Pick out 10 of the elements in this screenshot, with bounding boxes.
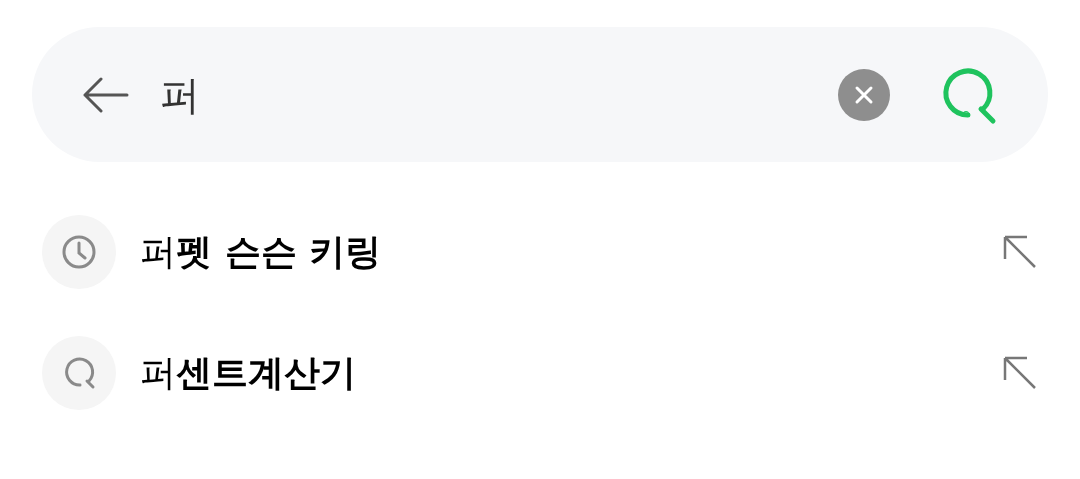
search-query: 퍼 xyxy=(160,71,200,118)
clear-button[interactable] xyxy=(838,68,890,121)
clock-icon xyxy=(61,234,97,270)
back-arrow-icon xyxy=(81,76,129,113)
suggestion-text[interactable]: 퍼펫 슨슨 키링 xyxy=(140,225,1000,279)
close-icon xyxy=(854,84,874,105)
search-field[interactable]: 퍼 xyxy=(32,27,1048,162)
suggestion-text[interactable]: 퍼센트계산기 xyxy=(140,346,1000,400)
up-left-arrow-icon xyxy=(1003,356,1037,390)
up-left-arrow-icon xyxy=(1003,235,1037,269)
